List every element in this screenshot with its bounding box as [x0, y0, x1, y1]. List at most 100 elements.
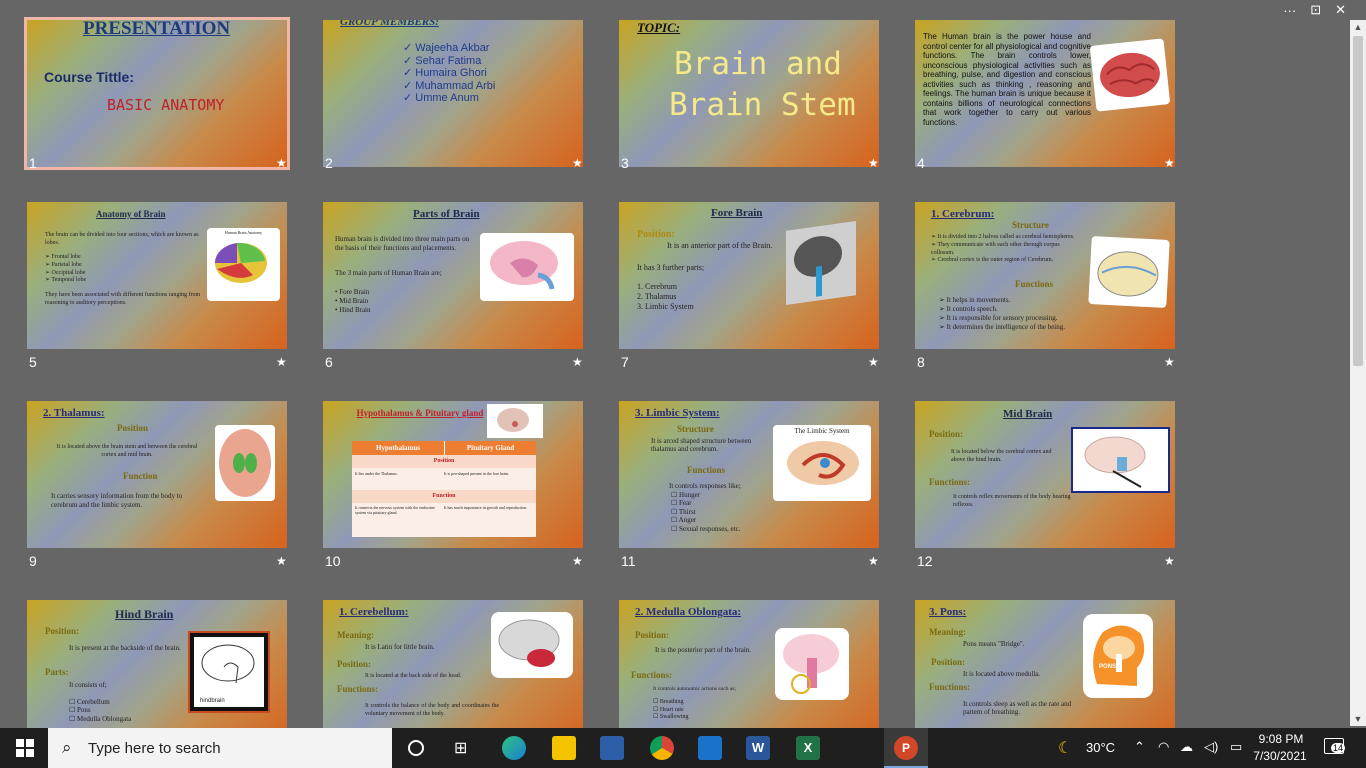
parts-list: ☐ Cerebellum ☐ Pons ☐ Medulla Oblongata — [69, 698, 132, 723]
close-icon[interactable]: ✕ — [1335, 2, 1346, 18]
slide-number: 7 — [621, 354, 629, 370]
slide-thumbnail[interactable]: TOPIC: Brain and Brain Stem — [619, 20, 879, 167]
cloud-icon[interactable]: ☁ — [1180, 739, 1193, 755]
slide-thumbnail[interactable]: Anatomy of Brain The brain can be divide… — [27, 202, 287, 349]
edge-icon[interactable] — [502, 736, 526, 760]
slide-text: It is arced shaped structure between tha… — [651, 437, 752, 454]
slide-text: It controls responses like; — [669, 482, 741, 490]
more-options-icon[interactable]: ··· — [1283, 3, 1296, 18]
slide-thumbnail[interactable]: 2. Medulla Oblongata: Position: It is th… — [619, 600, 879, 747]
volume-icon[interactable]: ◁) — [1204, 739, 1218, 755]
slide-value: BASIC ANATOMY — [107, 96, 225, 114]
transition-star-icon: ★ — [572, 554, 583, 568]
battery-icon[interactable]: ▭ — [1230, 739, 1242, 755]
store-icon[interactable] — [600, 736, 624, 760]
slide-number: 6 — [325, 354, 333, 370]
task-view-icon[interactable]: ⊞ — [454, 738, 467, 758]
transition-star-icon: ★ — [1164, 355, 1175, 369]
hindbrain-image: hindbrain — [190, 633, 268, 711]
parts-list: 1. Cerebrum 2. Thalamus 3. Limbic System — [637, 282, 694, 311]
thalamus-icon — [219, 429, 271, 497]
slide-text: It is located above medulla. — [963, 670, 1041, 678]
file-explorer-icon[interactable] — [552, 736, 576, 760]
slide-text: Human brain is divided into three main p… — [335, 235, 470, 252]
slide-number: 12 — [917, 553, 933, 569]
notification-icon[interactable]: 14 — [1324, 738, 1346, 754]
mail-icon[interactable] — [698, 736, 722, 760]
chrome-icon[interactable] — [650, 736, 674, 760]
chevron-up-icon[interactable]: ⌃ — [1134, 739, 1145, 755]
slide-thumbnail[interactable]: GROUP MEMBERS: ✓ Wajeeha Akbar ✓ Sehar F… — [323, 20, 583, 167]
slide-thumbnail[interactable]: Fore Brain Position: It is an anterior p… — [619, 202, 879, 349]
limbic-system-image: The Limbic System — [773, 425, 871, 501]
clock-date[interactable]: 7/30/2021 — [1252, 749, 1308, 763]
slide-thumbnail[interactable]: Mid Brain Position: It is located below … — [915, 401, 1175, 548]
powerpoint-taskbar-button[interactable]: P — [884, 728, 928, 768]
slide-label: Course Tittle: — [44, 69, 134, 85]
slide-thumbnail[interactable]: 3. Pons: Meaning: Pons means "Bridge". P… — [915, 600, 1175, 747]
network-icon[interactable]: ◠ — [1158, 739, 1169, 755]
thalamus-image — [215, 425, 275, 501]
slide-thumbnail[interactable]: Hind Brain Position: It is present at th… — [27, 600, 287, 747]
medulla-image — [775, 628, 849, 700]
taskbar: ⌕ Type here to search ⊞ W X P ☾ 30°C ⌃ ◠… — [0, 728, 1366, 768]
section-heading: Functions — [687, 465, 726, 475]
member-name: Humaira Ghori — [415, 67, 487, 80]
transition-star-icon: ★ — [1164, 554, 1175, 568]
brain-anatomy-image: Human Brain Anatomy — [207, 228, 280, 301]
brain-image — [1089, 38, 1171, 112]
search-placeholder: Type here to search — [88, 739, 221, 757]
slide-thumbnail[interactable]: 3. Limbic System: Structure It is arced … — [619, 401, 879, 548]
section-heading: Parts: — [45, 667, 69, 677]
slide-thumbnail[interactable]: 1. Cerebellum: Meaning: It is Latin for … — [323, 600, 583, 747]
weather-icon[interactable]: ☾ — [1058, 738, 1072, 758]
cortana-icon[interactable] — [408, 740, 424, 756]
clock-time[interactable]: 9:08 PM — [1256, 732, 1306, 746]
slide-title: Brain Stem — [669, 87, 856, 123]
slide-text: It consists of; — [69, 681, 107, 689]
section-heading: Position: — [931, 657, 966, 667]
excel-icon[interactable]: X — [796, 736, 820, 760]
scroll-up-icon[interactable]: ▲ — [1350, 20, 1366, 34]
slide-thumbnail[interactable]: PRESENTATION Course Tittle: BASIC ANATOM… — [24, 17, 290, 170]
midbrain-icon — [1084, 436, 1146, 488]
forebrain-image — [786, 221, 856, 305]
slide-title: GROUP MEMBERS: — [340, 20, 439, 28]
slide-number: 10 — [325, 553, 341, 569]
slide-label: TOPIC: — [637, 20, 681, 35]
scroll-down-icon[interactable]: ▼ — [1350, 712, 1366, 726]
slide-text: It is present at the backside of the bra… — [69, 644, 181, 652]
slide-title: 1. Cerebellum: — [339, 606, 409, 618]
brain-mri-icon — [786, 221, 856, 305]
taskbar-search[interactable]: ⌕ Type here to search — [48, 728, 392, 768]
pons-image: PONS — [1083, 614, 1153, 698]
slide-thumbnail[interactable]: 2. Thalamus: Position It is located abov… — [27, 401, 287, 548]
section-heading: Position — [117, 423, 149, 433]
section-heading: Functions: — [337, 684, 379, 694]
scrollbar-thumb[interactable] — [1353, 36, 1363, 366]
lobes-list: ➢ Frontal lobe ➢ Parietal lobe ➢ Occipit… — [45, 254, 87, 284]
section-heading: Functions: — [929, 477, 971, 487]
slide-text: It controls the balance of the body and … — [365, 703, 499, 717]
windows-start-icon[interactable] — [16, 739, 34, 757]
slide-thumbnail[interactable]: Parts of Brain Human brain is divided in… — [323, 202, 583, 349]
restore-icon[interactable]: ⊡ — [1310, 2, 1321, 18]
section-heading: Functions — [1015, 279, 1054, 289]
word-icon[interactable]: W — [746, 736, 770, 760]
slide-thumbnail[interactable]: The Human brain is the power house and c… — [915, 20, 1175, 167]
slide-text: It controls reflex movements of the body… — [953, 494, 1071, 508]
slide-text: It is an anterior part of the Brain. — [667, 241, 773, 250]
slide-number: 3 — [621, 155, 629, 171]
section-heading: Position: — [929, 429, 964, 439]
slide-thumbnail[interactable]: 1. Cerebrum: Structure ➢ It is divided i… — [915, 202, 1175, 349]
vertical-scrollbar[interactable]: ▲ ▼ — [1350, 20, 1366, 726]
brain-section-icon — [490, 241, 558, 290]
slide-title: 2. Medulla Oblongata: — [635, 606, 742, 618]
parts-list: • Fore Brain • Mid Brain • Hind Brain — [335, 288, 371, 315]
temperature[interactable]: 30°C — [1086, 740, 1115, 755]
slide-number: 5 — [29, 354, 37, 370]
transition-star-icon: ★ — [868, 156, 879, 170]
slide-title: Anatomy of Brain — [96, 209, 166, 219]
slide-text: It carries sensory information from the … — [51, 492, 183, 509]
slide-thumbnail[interactable]: Hypothalamus & Pituitary gland Hypothala… — [323, 401, 583, 548]
